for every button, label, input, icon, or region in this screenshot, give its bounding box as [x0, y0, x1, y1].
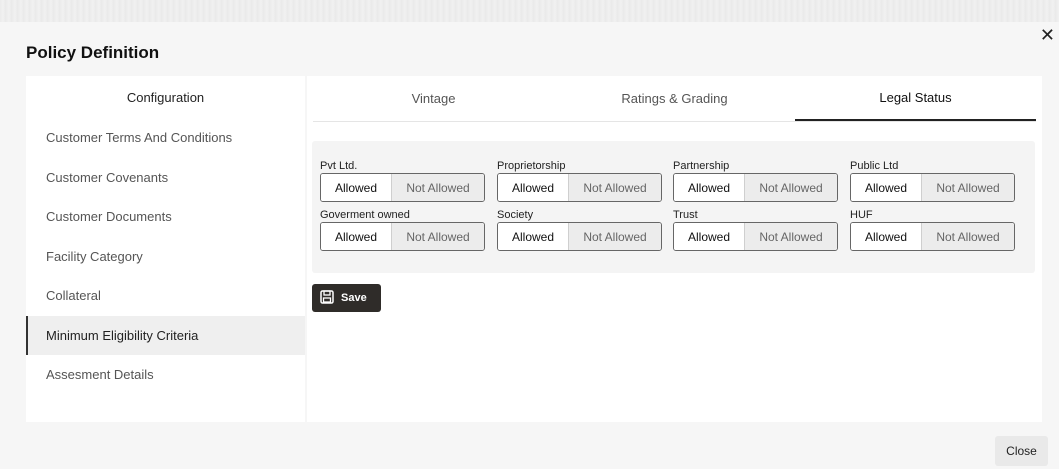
allowed-toggle: Allowed Not Allowed [497, 222, 662, 251]
close-icon[interactable]: ✕ [1040, 26, 1055, 44]
field-label: Partnership [673, 160, 730, 172]
field-label: HUF [850, 209, 873, 221]
allowed-option[interactable]: Allowed [321, 174, 391, 201]
not-allowed-option[interactable]: Not Allowed [568, 223, 661, 250]
save-label: Save [341, 292, 367, 304]
sidebar-header: Configuration [126, 89, 205, 105]
dialog-title: Policy Definition [26, 43, 160, 62]
not-allowed-option[interactable]: Not Allowed [568, 174, 661, 201]
sidebar-item-customer-terms[interactable]: Customer Terms And Conditions [26, 118, 305, 158]
field-partnership: Partnership Allowed Not Allowed [673, 159, 843, 202]
allowed-option[interactable]: Allowed [498, 174, 568, 201]
close-button[interactable]: Close [995, 436, 1048, 466]
allowed-toggle: Allowed Not Allowed [673, 173, 838, 202]
field-trust: Trust Allowed Not Allowed [673, 208, 843, 251]
not-allowed-option[interactable]: Not Allowed [744, 223, 837, 250]
allowed-option[interactable]: Allowed [674, 174, 744, 201]
allowed-toggle: Allowed Not Allowed [850, 222, 1015, 251]
save-button[interactable]: Save [312, 284, 381, 312]
field-label: Society [497, 209, 534, 221]
sidebar-item-collateral[interactable]: Collateral [26, 276, 305, 316]
not-allowed-option[interactable]: Not Allowed [921, 223, 1014, 250]
allowed-option[interactable]: Allowed [851, 223, 921, 250]
allowed-toggle: Allowed Not Allowed [497, 173, 662, 202]
tab-legal-status[interactable]: Legal Status [795, 76, 1036, 121]
field-goverment-owned: Goverment owned Allowed Not Allowed [320, 208, 490, 251]
background-strip [0, 0, 1059, 22]
tab-ratings-grading[interactable]: Ratings & Grading [554, 76, 795, 121]
allowed-option[interactable]: Allowed [851, 174, 921, 201]
not-allowed-option[interactable]: Not Allowed [744, 174, 837, 201]
sidebar-item-customer-covenants[interactable]: Customer Covenants [26, 158, 305, 198]
allowed-toggle: Allowed Not Allowed [320, 222, 485, 251]
sidebar-item-customer-documents[interactable]: Customer Documents [26, 197, 305, 237]
not-allowed-option[interactable]: Not Allowed [391, 223, 484, 250]
sidebar-item-facility-category[interactable]: Facility Category [26, 237, 305, 277]
field-label: Pvt Ltd. [320, 160, 358, 172]
save-icon [320, 289, 334, 307]
tab-bar: Vintage Ratings & Grading Legal Status [313, 76, 1036, 122]
allowed-toggle: Allowed Not Allowed [850, 173, 1015, 202]
field-huf: HUF Allowed Not Allowed [850, 208, 1020, 251]
field-label: Public Ltd [850, 160, 899, 172]
field-pvt-ltd: Pvt Ltd. Allowed Not Allowed [320, 159, 490, 202]
field-proprietorship: Proprietorship Allowed Not Allowed [497, 159, 667, 202]
field-label: Proprietorship [497, 160, 566, 172]
not-allowed-option[interactable]: Not Allowed [921, 174, 1014, 201]
field-label: Goverment owned [320, 209, 410, 221]
field-society: Society Allowed Not Allowed [497, 208, 667, 251]
allowed-option[interactable]: Allowed [321, 223, 391, 250]
allowed-toggle: Allowed Not Allowed [320, 173, 485, 202]
legal-status-grid: Pvt Ltd. Allowed Not Allowed Proprietors… [312, 141, 1035, 273]
allowed-toggle: Allowed Not Allowed [673, 222, 838, 251]
allowed-option[interactable]: Allowed [498, 223, 568, 250]
sidebar-item-assesment-details[interactable]: Assesment Details [26, 355, 305, 395]
main-panel: Vintage Ratings & Grading Legal Status P… [307, 76, 1042, 422]
not-allowed-option[interactable]: Not Allowed [391, 174, 484, 201]
field-public-ltd: Public Ltd Allowed Not Allowed [850, 159, 1020, 202]
allowed-option[interactable]: Allowed [674, 223, 744, 250]
sidebar-item-minimum-eligibility[interactable]: Minimum Eligibility Criteria [26, 315, 305, 355]
sidebar: Configuration Customer Terms And Conditi… [26, 76, 305, 422]
tab-vintage[interactable]: Vintage [313, 76, 554, 121]
field-label: Trust [673, 209, 698, 221]
